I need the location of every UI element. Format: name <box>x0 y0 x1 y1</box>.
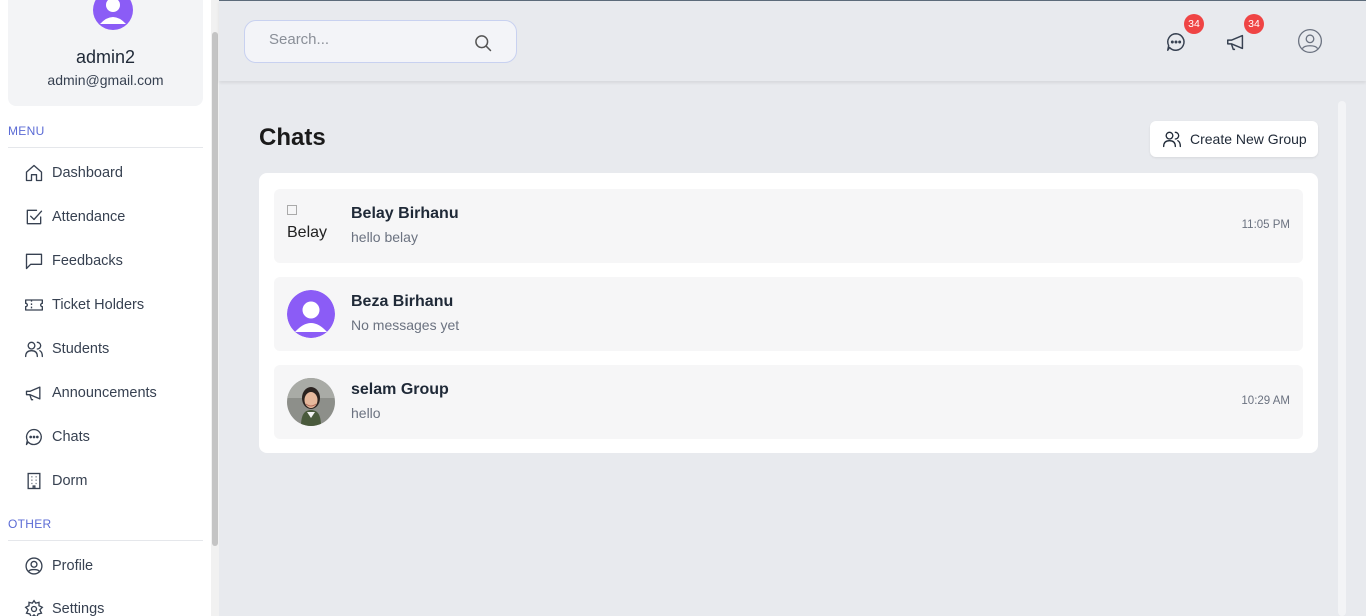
chat-name: selam Group <box>351 381 449 398</box>
page-title: Chats <box>259 124 326 151</box>
other-divider <box>8 540 203 541</box>
sidebar-item-label: Profile <box>52 558 94 574</box>
sidebar-item-label: Settings <box>52 601 105 616</box>
sidebar-item-label: Chats <box>52 429 90 445</box>
megaphone-icon <box>25 386 41 401</box>
other-section-label: OTHER <box>8 517 52 531</box>
user-circle-icon <box>25 557 43 575</box>
sidebar-item-announcements[interactable]: Announcements <box>24 381 157 405</box>
sidebar-scrollbar-thumb[interactable] <box>212 32 218 546</box>
create-new-group-button[interactable]: Create New Group <box>1150 121 1318 157</box>
sidebar-item-dashboard[interactable]: Dashboard <box>24 161 123 185</box>
ticket-icon <box>25 299 43 311</box>
gear-icon <box>24 599 44 616</box>
sidebar: admin2 admin@gmail.com MENU Dashboard At… <box>0 0 211 616</box>
user-account-icon[interactable] <box>1297 28 1323 54</box>
check-square-icon <box>26 209 43 225</box>
building-icon <box>27 472 41 490</box>
content-scrollbar[interactable] <box>1338 101 1346 616</box>
chat-name: Beza Birhanu <box>351 293 454 310</box>
sidebar-item-label: Feedbacks <box>52 253 123 269</box>
megaphone-icon[interactable] <box>1225 31 1247 53</box>
users-icon <box>25 341 43 358</box>
chat-item-selam-group[interactable]: selam Group hello 10:29 AM <box>274 365 1303 439</box>
sidebar-item-ticket-holders[interactable]: Ticket Holders <box>24 293 144 317</box>
chat-last-message: hello belay <box>351 229 418 245</box>
chat-bubble-icon <box>25 428 42 446</box>
sidebar-item-chats[interactable]: Chats <box>24 425 90 449</box>
sidebar-item-students[interactable]: Students <box>24 337 109 361</box>
sidebar-item-label: Attendance <box>52 209 126 225</box>
message-square-icon <box>25 253 43 270</box>
avatar-icon <box>93 0 133 30</box>
search-box <box>244 20 517 63</box>
search-input[interactable] <box>269 31 469 48</box>
home-icon <box>25 164 43 182</box>
sidebar-item-feedbacks[interactable]: Feedbacks <box>24 249 123 273</box>
sidebar-item-label: Students <box>52 341 110 357</box>
profile-email: admin@gmail.com <box>47 72 164 88</box>
users-icon <box>1163 131 1181 148</box>
group-photo-avatar <box>287 378 335 426</box>
sidebar-item-label: Ticket Holders <box>52 297 145 313</box>
avatar-alt-text: Belay <box>287 224 328 241</box>
top-bar: 34 34 <box>219 0 1366 81</box>
menu-divider <box>8 147 203 148</box>
chat-notification-icon[interactable] <box>1165 31 1187 53</box>
broken-avatar-image: Belay <box>287 203 335 249</box>
chat-last-message: hello <box>351 405 381 421</box>
sidebar-item-settings[interactable]: Settings <box>24 597 104 616</box>
chat-time: 10:29 AM <box>1241 395 1290 407</box>
profile-card: admin2 admin@gmail.com <box>8 0 203 106</box>
sidebar-item-dorm[interactable]: Dorm <box>24 469 87 493</box>
sidebar-item-attendance[interactable]: Attendance <box>24 205 125 229</box>
chat-last-message: No messages yet <box>351 317 460 333</box>
chat-item-beza-birhanu[interactable]: Beza Birhanu No messages yet <box>274 277 1303 351</box>
announcement-badge: 34 <box>1244 14 1264 34</box>
chat-name: Belay Birhanu <box>351 205 459 222</box>
chat-badge: 34 <box>1184 14 1204 34</box>
sidebar-item-label: Announcements <box>52 385 157 401</box>
chat-time: 11:05 PM <box>1241 219 1290 231</box>
profile-name: admin2 <box>75 47 136 67</box>
avatar-icon <box>287 290 335 338</box>
sidebar-item-label: Dorm <box>52 473 88 489</box>
chat-item-belay-birhanu[interactable]: Belay Belay Birhanu hello belay 11:05 PM <box>274 189 1303 263</box>
search-icon[interactable] <box>473 33 493 53</box>
chat-list: Belay Belay Birhanu hello belay 11:05 PM… <box>259 173 1318 453</box>
create-new-group-label: Create New Group <box>1190 131 1307 147</box>
sidebar-item-label: Dashboard <box>52 165 123 181</box>
sidebar-item-profile[interactable]: Profile <box>24 554 93 578</box>
menu-section-label: MENU <box>8 124 45 138</box>
sidebar-scrollbar[interactable] <box>211 0 219 616</box>
